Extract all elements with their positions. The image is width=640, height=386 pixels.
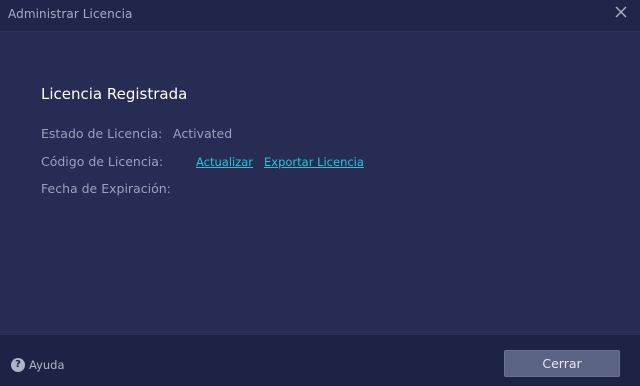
title-bar: Administrar Licencia bbox=[0, 0, 640, 32]
help-label: Ayuda bbox=[29, 358, 65, 372]
export-license-link[interactable]: Exportar Licencia bbox=[264, 155, 364, 169]
status-label: Estado de Licencia: bbox=[41, 126, 163, 141]
close-button[interactable]: Cerrar bbox=[504, 350, 620, 377]
help-link[interactable]: ? Ayuda bbox=[11, 358, 65, 372]
close-icon[interactable] bbox=[612, 2, 630, 22]
footer-bar: ? Ayuda Cerrar bbox=[0, 334, 640, 386]
help-icon: ? bbox=[11, 358, 25, 372]
window-title: Administrar Licencia bbox=[8, 7, 133, 21]
license-heading: Licencia Registrada bbox=[41, 85, 188, 103]
main-content: Licencia Registrada Estado de Licencia: … bbox=[0, 32, 640, 334]
update-link[interactable]: Actualizar bbox=[196, 155, 253, 169]
expiry-label: Fecha de Expiración: bbox=[41, 181, 171, 196]
license-dialog: Administrar Licencia Licencia Registrada… bbox=[0, 0, 640, 386]
code-label: Código de Licencia: bbox=[41, 154, 164, 169]
status-value: Activated bbox=[173, 126, 233, 141]
